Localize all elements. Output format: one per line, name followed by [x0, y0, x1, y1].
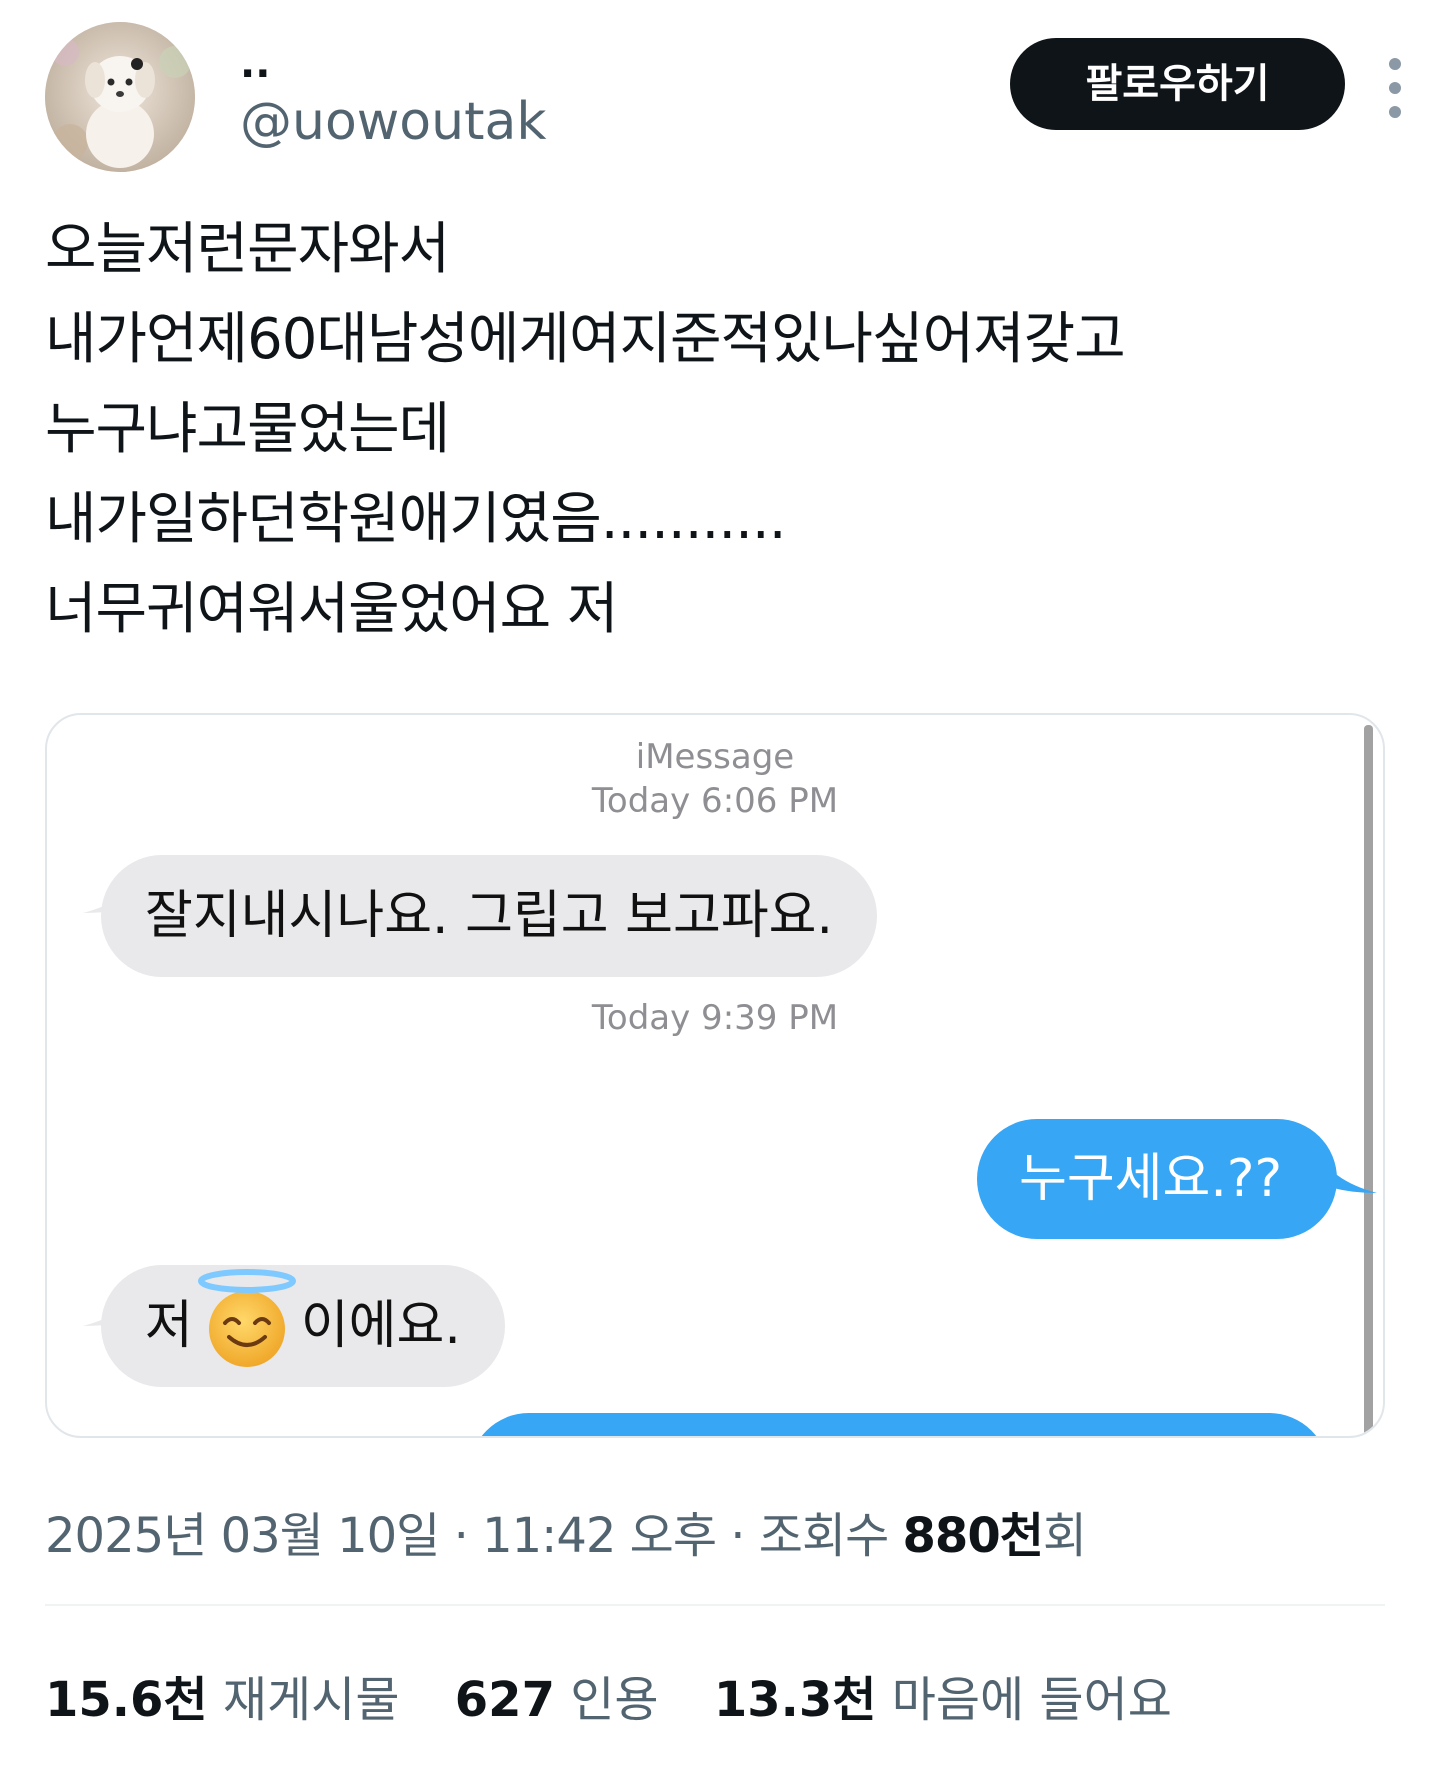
- tweet-meta: 2025년 03월 10일 · 11:42 오후 · 조회수 880천회: [45, 1496, 1087, 1566]
- tweet-line: 너무귀여워서울었어요 저: [45, 577, 619, 642]
- likes-stat[interactable]: 13.3천 마음에 들어요: [714, 1660, 1172, 1730]
- views-label: 조회수: [758, 1508, 903, 1564]
- divider: [45, 1604, 1385, 1606]
- engagement-stats: 15.6천 재게시물 627 인용 13.3천 마음에 들어요: [45, 1660, 1212, 1730]
- message-text: 이에요.: [300, 1296, 461, 1356]
- reposts-count: 15.6천: [45, 1672, 208, 1728]
- avatar-image: [45, 22, 195, 172]
- quotes-label: 인용: [570, 1672, 659, 1728]
- message-bubble-outgoing-partial: [469, 1413, 1329, 1436]
- timestamp: Today 6:06 PM: [591, 781, 839, 821]
- views-count: 880천: [902, 1508, 1044, 1564]
- tweet-line: 내가언제60대남성에게여지준적있나싶어져갖고: [45, 307, 1126, 372]
- display-name[interactable]: ..: [240, 44, 270, 84]
- follow-button[interactable]: 팔로우하기: [1010, 38, 1345, 130]
- attached-image[interactable]: iMessage Today 6:06 PM 잘지내시나요. 그립고 보고파요.…: [45, 713, 1385, 1438]
- scrollbar: [1364, 725, 1373, 1436]
- tweet-line: 누구냐고물었는데: [45, 397, 450, 462]
- tweet-time[interactable]: 11:42 오후: [482, 1508, 717, 1564]
- likes-label: 마음에 들어요: [891, 1672, 1172, 1728]
- quotes-stat[interactable]: 627 인용: [455, 1660, 659, 1730]
- tweet-header: .. @uowoutak 팔로우하기: [45, 22, 1401, 172]
- more-options-icon[interactable]: [1380, 58, 1410, 118]
- reposts-label: 재게시물: [222, 1672, 400, 1728]
- avatar[interactable]: [45, 22, 195, 172]
- tweet-line: 오늘저런문자와서: [45, 217, 450, 282]
- tweet-line: 내가일하던학원애기였음...........: [45, 487, 787, 552]
- meta-separator: ·: [439, 1508, 483, 1564]
- likes-count: 13.3천: [713, 1672, 877, 1728]
- tweet-date[interactable]: 2025년 03월 10일: [45, 1508, 440, 1564]
- message-text: 저: [145, 1296, 193, 1356]
- message-bubble-outgoing: 누구세요.??: [977, 1119, 1337, 1239]
- smiling-face-with-halo-icon: [195, 1269, 299, 1377]
- reposts-stat[interactable]: 15.6천 재게시물: [45, 1660, 400, 1730]
- message-bubble-incoming: 저 이에요.: [101, 1265, 505, 1387]
- meta-separator: ·: [716, 1508, 759, 1564]
- user-handle[interactable]: @uowoutak: [240, 92, 546, 152]
- message-bubble-incoming: 잘지내시나요. 그립고 보고파요.: [101, 855, 878, 977]
- quotes-count: 627: [454, 1672, 555, 1728]
- timestamp: Today 9:39 PM: [591, 998, 839, 1038]
- tweet-text: 오늘저런문자와서 내가언제60대남성에게여지준적있나싶어져갖고 누구냐고물었는데…: [45, 205, 1385, 655]
- service-label: iMessage: [635, 737, 795, 777]
- views-suffix: 회: [1042, 1508, 1087, 1564]
